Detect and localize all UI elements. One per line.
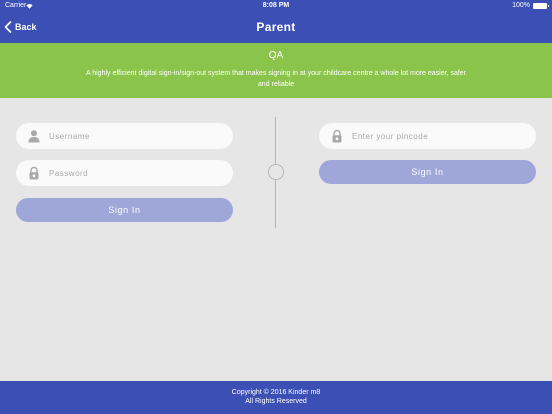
- footer: Copyright © 2016 Kinder m8 All Rights Re…: [0, 381, 552, 414]
- battery-icon: [533, 3, 549, 9]
- pincode-input[interactable]: [352, 123, 529, 149]
- page-title: Parent: [256, 20, 296, 34]
- copyright-text: Copyright © 2016 Kinder m8: [231, 389, 321, 396]
- status-bar: Carrier 8:08 PM 100%: [0, 0, 552, 12]
- username-field[interactable]: [16, 123, 233, 149]
- centre-banner: QA A highly efficient digital sign-in/si…: [0, 43, 552, 98]
- password-field[interactable]: [16, 160, 233, 186]
- back-label: Back: [15, 22, 37, 32]
- username-input[interactable]: [49, 123, 226, 149]
- status-time: 8:08 PM: [262, 2, 290, 9]
- pincode-sign-in-button[interactable]: Sign In: [319, 160, 536, 184]
- sign-in-button[interactable]: Sign In: [16, 198, 233, 222]
- battery-percent: 100%: [512, 2, 530, 9]
- chevron-left-icon: [4, 21, 12, 33]
- user-icon: [28, 130, 40, 143]
- nav-bar: Parent Back: [0, 12, 552, 43]
- padlock-icon: [29, 166, 39, 180]
- banner-tagline: A highly efficient digital sign-in/sign-…: [86, 70, 467, 88]
- password-input[interactable]: [49, 160, 226, 186]
- centre-name: QA: [268, 50, 284, 61]
- rights-text: All Rights Reserved: [245, 398, 307, 405]
- padlock-icon: [332, 129, 342, 143]
- back-button[interactable]: Back: [4, 17, 37, 37]
- divider-knob: [268, 164, 284, 180]
- pincode-field[interactable]: [319, 123, 536, 149]
